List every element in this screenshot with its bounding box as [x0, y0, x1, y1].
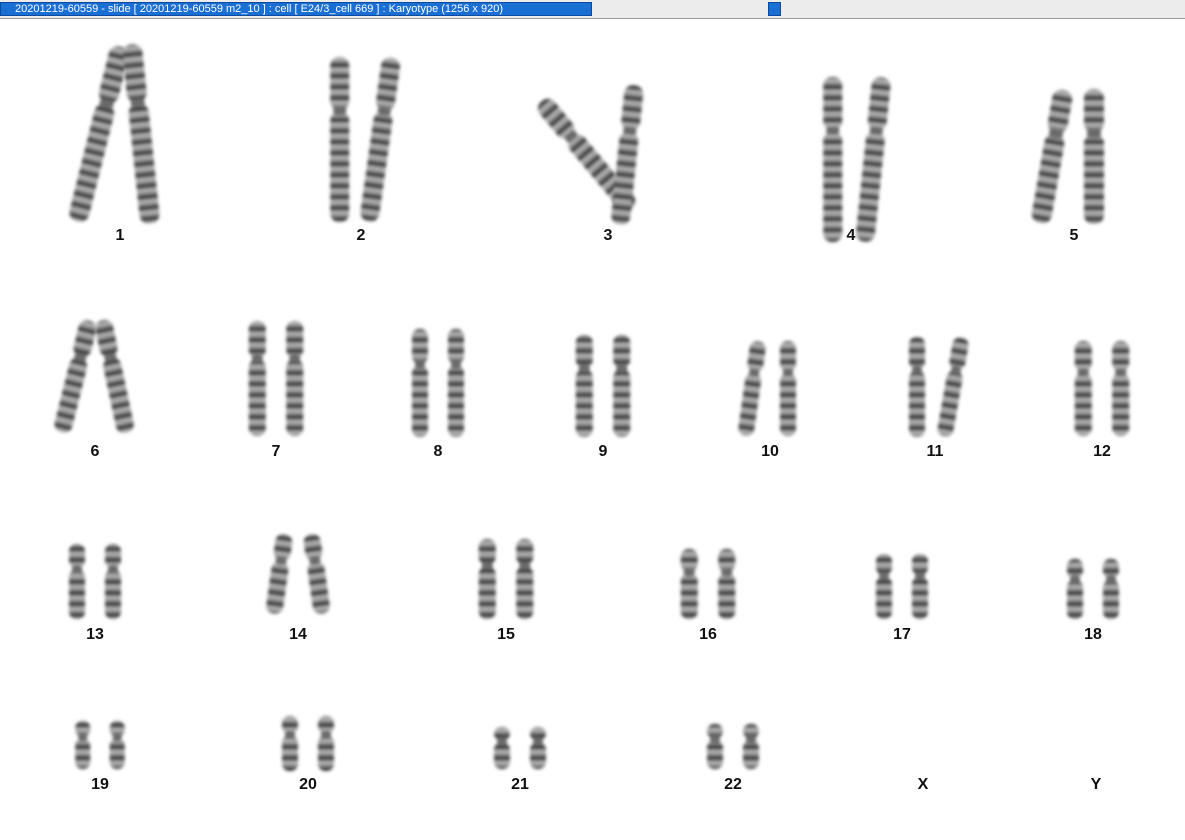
chromosome-6-right[interactable] [94, 318, 136, 434]
chromosome-20-right[interactable] [318, 716, 334, 771]
chromosome-19-right[interactable] [109, 721, 125, 769]
chromosome-19-left[interactable] [75, 721, 91, 769]
chromosome-8-right[interactable] [448, 329, 464, 437]
chromosome-pair-8[interactable] [412, 329, 464, 437]
chromosome-pair-15[interactable] [478, 539, 534, 619]
chromosome-11-right[interactable] [936, 336, 969, 437]
chromosome-label-x: X [917, 776, 929, 793]
chromosome-18-left[interactable] [1067, 559, 1083, 619]
chromosome-canvas [53, 43, 1130, 771]
chromosome-label-2: 2 [356, 227, 366, 244]
chromosome-pair-10[interactable] [737, 340, 796, 436]
chromosome-10-right[interactable] [780, 341, 796, 436]
chromosome-12-left[interactable] [1074, 341, 1092, 436]
chromosome-11-left[interactable] [909, 337, 925, 437]
chromosome-9-left[interactable] [575, 335, 593, 437]
chromosome-label-4: 4 [846, 227, 856, 244]
karyotype-panel: 1 2 3 4 5 6 7 8 9 10 11 12 13 14 15 16 17 18 19 20 21 22 X Y [0, 19, 1185, 840]
chromosome-label-19: 19 [91, 776, 109, 793]
chromosome-label-22: 22 [724, 776, 742, 793]
chromosome-14-right[interactable] [303, 533, 331, 615]
title-bar-marker[interactable] [768, 2, 781, 16]
chromosome-pair-5[interactable] [1030, 88, 1104, 224]
chromosome-7-right[interactable] [286, 321, 304, 436]
chromosome-8-left[interactable] [412, 329, 428, 437]
chromosome-label-12: 12 [1093, 443, 1111, 460]
chromosome-4-right[interactable] [855, 76, 891, 242]
chromosome-17-right[interactable] [912, 554, 928, 619]
chromosome-16-left[interactable] [680, 549, 698, 619]
chromosome-16-right[interactable] [718, 549, 736, 619]
chromosome-label-6: 6 [90, 443, 100, 460]
chromosome-pair-19[interactable] [75, 721, 125, 769]
chromosome-18-right[interactable] [1103, 559, 1119, 619]
chromosome-12-right[interactable] [1112, 341, 1130, 436]
chromosome-1-right[interactable] [122, 43, 161, 224]
chromosome-15-left[interactable] [478, 539, 496, 619]
chromosome-label-20: 20 [299, 776, 317, 793]
chromosome-13-left[interactable] [69, 544, 85, 619]
chromosome-2-right[interactable] [359, 56, 401, 222]
chromosome-pair-4[interactable] [823, 76, 891, 242]
chromosome-label-5: 5 [1069, 227, 1079, 244]
chromosome-label-17: 17 [893, 626, 911, 643]
chromosome-pair-16[interactable] [680, 549, 736, 619]
chromosome-pair-21[interactable] [494, 727, 546, 769]
chromosome-17-left[interactable] [876, 554, 892, 619]
chromosome-14-left[interactable] [265, 533, 293, 615]
chromosome-label-1: 1 [115, 227, 125, 244]
chromosome-5-right[interactable] [1084, 89, 1104, 224]
chromosome-pair-3[interactable] [534, 84, 644, 225]
chromosome-label-18: 18 [1084, 626, 1102, 643]
chromosome-pair-1[interactable] [68, 43, 161, 224]
chromosome-label-y: Y [1090, 776, 1102, 793]
chromosome-label-14: 14 [289, 626, 307, 643]
chromosome-pair-18[interactable] [1067, 559, 1119, 619]
chromosome-9-right[interactable] [613, 335, 631, 437]
chromosome-label-8: 8 [433, 443, 443, 460]
title-bar: 20201219-60559 - slide [ 20201219-60559 … [0, 0, 1185, 19]
chromosome-pair-12[interactable] [1074, 341, 1130, 436]
chromosome-20-left[interactable] [282, 716, 298, 771]
chromosome-label-9: 9 [598, 443, 608, 460]
chromosome-pair-22[interactable] [707, 724, 759, 769]
chromosome-10-left[interactable] [737, 340, 766, 436]
chromosome-pair-7[interactable] [248, 321, 304, 436]
chromosome-label-13: 13 [86, 626, 104, 643]
chromosome-label-11: 11 [926, 443, 944, 460]
chromosome-7-left[interactable] [248, 321, 266, 436]
chromosome-label-16: 16 [699, 626, 717, 643]
chromosome-2-left[interactable] [330, 57, 350, 222]
chromosome-pair-11[interactable] [909, 336, 970, 437]
chromosome-13-right[interactable] [105, 544, 121, 619]
chromosome-pair-9[interactable] [575, 335, 631, 437]
chromosome-pair-2[interactable] [330, 56, 401, 222]
chromosome-label-3: 3 [603, 227, 613, 244]
chromosome-pair-17[interactable] [876, 554, 928, 619]
chromosome-label-21: 21 [511, 776, 529, 793]
window-title[interactable]: 20201219-60559 - slide [ 20201219-60559 … [0, 2, 592, 16]
chromosome-pair-13[interactable] [69, 544, 121, 619]
chromosome-label-7: 7 [271, 443, 281, 460]
chromosome-pair-14[interactable] [265, 533, 330, 615]
chromosome-3-right[interactable] [610, 84, 644, 225]
chromosome-pair-20[interactable] [282, 716, 334, 771]
chromosome-6-left[interactable] [53, 319, 98, 435]
chromosome-5-left[interactable] [1030, 88, 1073, 224]
chromosome-label-15: 15 [497, 626, 515, 643]
chromosome-15-right[interactable] [516, 539, 534, 619]
chromosome-4-left[interactable] [823, 77, 843, 242]
chromosome-22-right[interactable] [743, 724, 759, 769]
chromosome-1-left[interactable] [68, 44, 131, 223]
chromosome-21-left[interactable] [494, 727, 510, 769]
chromosome-label-10: 10 [761, 443, 779, 460]
chromosome-22-left[interactable] [707, 724, 723, 769]
chromosome-21-right[interactable] [530, 727, 546, 769]
chromosome-pair-6[interactable] [53, 318, 135, 434]
